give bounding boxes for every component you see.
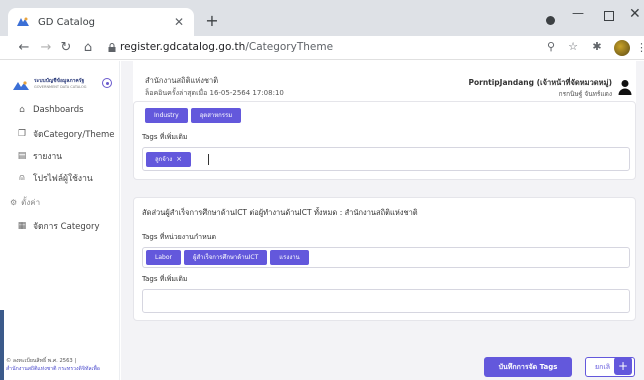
user-name: PorntipJandang (เจ้าหน้าที่จัดหมวดหมู่) xyxy=(468,78,612,87)
tag-chip[interactable]: Labor xyxy=(146,250,181,265)
dataset-title: สัดส่วนผู้สำเร็จการศึกษาด้านICT ต่อผู้ทำ… xyxy=(142,208,418,217)
sidebar-footer: © ลงทะเบียนสิทธิ์ พ.ศ. 2563 | สำนักงานสถ… xyxy=(6,357,100,373)
extensions-puzzle-icon[interactable]: ✱ xyxy=(590,40,604,53)
last-login: ล็อคอินครั้งล่าสุดเมื่อ 16-05-2564 17:08… xyxy=(145,89,284,97)
footer-copyright: © ลงทะเบียนสิทธิ์ พ.ศ. 2563 | xyxy=(6,358,77,364)
url-path: /CategoryTheme xyxy=(245,41,334,53)
logo-title: ระบบบัญชีข้อมูลภาครัฐ xyxy=(34,78,85,84)
agency-tags-box: Industry อุตสาหกรรม xyxy=(142,106,630,124)
text-caret xyxy=(208,153,209,165)
save-tags-button[interactable]: บันทึกการจัด Tags xyxy=(484,357,572,377)
bookmark-star-icon[interactable]: ☆ xyxy=(566,40,580,53)
tag-chip[interactable]: ผู้สำเร็จการศึกษาด้านICT xyxy=(183,250,268,265)
category-card-1: Industry อุตสาหกรรม Tags ที่เพิ่มเติม ลู… xyxy=(133,101,636,180)
tab-title: GD Catalog xyxy=(38,16,96,28)
sidebar-item-reports[interactable]: ▤ รายงาน xyxy=(16,149,62,163)
logo: ระบบบัญชีข้อมูลภาครัฐ GOVERNMENT DATA CA… xyxy=(12,77,87,90)
org-name: สำนักงานสถิติแห่งชาติ xyxy=(145,76,219,85)
browser-tab[interactable]: GD Catalog ✕ xyxy=(8,8,194,36)
catalog-favicon-icon xyxy=(16,15,30,29)
sidebar-item-category-theme[interactable]: ❐ จัดCategory/Theme xyxy=(16,127,115,141)
remove-tag-icon[interactable]: × xyxy=(176,155,182,163)
url-domain: register.gdcatalog.go.th xyxy=(120,41,246,53)
record-indicator-icon xyxy=(546,16,555,25)
extra-tags-label: Tags ที่เพิ่มเติม xyxy=(142,133,188,141)
sidebar-item-label: จัดการ Category xyxy=(33,222,100,232)
url-field[interactable]: register.gdcatalog.go.th/CategoryTheme xyxy=(120,41,333,53)
user-icon: ⍝ xyxy=(19,173,25,183)
sidebar-item-profile[interactable]: ⍝ โปรไฟล์ผู้ใช้งาน xyxy=(16,171,93,185)
maximize-button[interactable] xyxy=(604,11,614,21)
back-icon[interactable]: ← xyxy=(16,39,32,57)
sidebar-item-dashboards[interactable]: ⌂ Dashboards xyxy=(16,105,84,115)
logo-subtitle: GOVERNMENT DATA CATALOG xyxy=(34,85,87,89)
browser-menu-icon[interactable]: ⋮ xyxy=(636,41,644,54)
gear-icon: ⚙ xyxy=(10,198,18,207)
settings-section-header[interactable]: ⚙ ตั้งค่า xyxy=(10,196,40,209)
sidebar-item-label: รายงาน xyxy=(33,152,63,162)
folders-icon: ❐ xyxy=(17,129,27,139)
floating-plus-button[interactable]: + xyxy=(614,357,632,375)
browser-tab-bar: GD Catalog ✕ + — ✕ xyxy=(0,0,644,36)
footer-org-link[interactable]: สำนักงานสถิติแห่งชาติ กระทรวงดิจิทัลเพื่… xyxy=(6,365,100,373)
sidebar-item-manage-category[interactable]: ▦ จัดการ Category xyxy=(16,219,100,233)
minimize-button[interactable]: — xyxy=(572,6,584,20)
settings-section-label: ตั้งค่า xyxy=(21,198,41,207)
new-tab-button[interactable]: + xyxy=(202,11,222,30)
agency-tags-box: Labor ผู้สำเร็จการศึกษาด้านICT แรงงาน xyxy=(142,247,630,268)
category-card-2: สัดส่วนผู้สำเร็จการศึกษาด้านICT ต่อผู้ทำ… xyxy=(133,197,636,321)
tag-chip[interactable]: แรงงาน xyxy=(270,250,309,265)
page-header: สำนักงานสถิติแห่งชาติ ล็อคอินครั้งล่าสุด… xyxy=(133,61,636,105)
catalog-logo-icon xyxy=(12,77,30,90)
tag-chip-label: ลูกจ้าง xyxy=(155,155,173,163)
home-icon: ⌂ xyxy=(19,105,25,115)
document-icon: ▤ xyxy=(17,151,27,161)
tag-chip-removable[interactable]: ลูกจ้าง × xyxy=(146,151,191,167)
tag-chip[interactable]: อุตสาหกรรม xyxy=(190,107,242,123)
sidebar-item-label: จัดCategory/Theme xyxy=(33,130,115,140)
browser-profile-avatar[interactable] xyxy=(614,40,630,56)
extra-tags-input[interactable]: ลูกจ้าง × xyxy=(142,147,630,171)
tab-close-icon[interactable]: ✕ xyxy=(172,15,186,29)
main-content: สำนักงานสถิติแห่งชาติ ล็อคอินครั้งล่าสุด… xyxy=(121,61,644,380)
left-edge-strip xyxy=(0,310,4,380)
zoom-icon[interactable]: ⚲ xyxy=(544,40,558,53)
extra-tags-input[interactable] xyxy=(142,289,630,313)
tag-chip[interactable]: Industry xyxy=(145,107,188,123)
sidebar-toggle-icon[interactable] xyxy=(102,78,112,88)
address-bar: ← → ↻ ⌂ register.gdcatalog.go.th/Categor… xyxy=(0,36,644,60)
extra-tags-label: Tags ที่เพิ่มเติม xyxy=(142,275,188,283)
reload-icon[interactable]: ↻ xyxy=(58,39,74,57)
sidebar-item-label: Dashboards xyxy=(33,105,84,115)
user-account-icon[interactable] xyxy=(618,79,632,95)
home-browser-icon[interactable]: ⌂ xyxy=(80,39,96,57)
lock-icon xyxy=(108,43,116,52)
close-window-button[interactable]: ✕ xyxy=(629,6,641,22)
sidebar-item-label: โปรไฟล์ผู้ใช้งาน xyxy=(33,174,93,184)
forward-icon[interactable]: → xyxy=(38,39,54,57)
user-full-name: กรกนิษฐ์ จันทร์แดง xyxy=(558,90,612,98)
agency-tags-label: Tags ที่หน่วยงานกำหนด xyxy=(142,233,217,241)
grid-icon: ▦ xyxy=(17,221,27,231)
sidebar: ระบบบัญชีข้อมูลภาครัฐ GOVERNMENT DATA CA… xyxy=(0,61,120,380)
